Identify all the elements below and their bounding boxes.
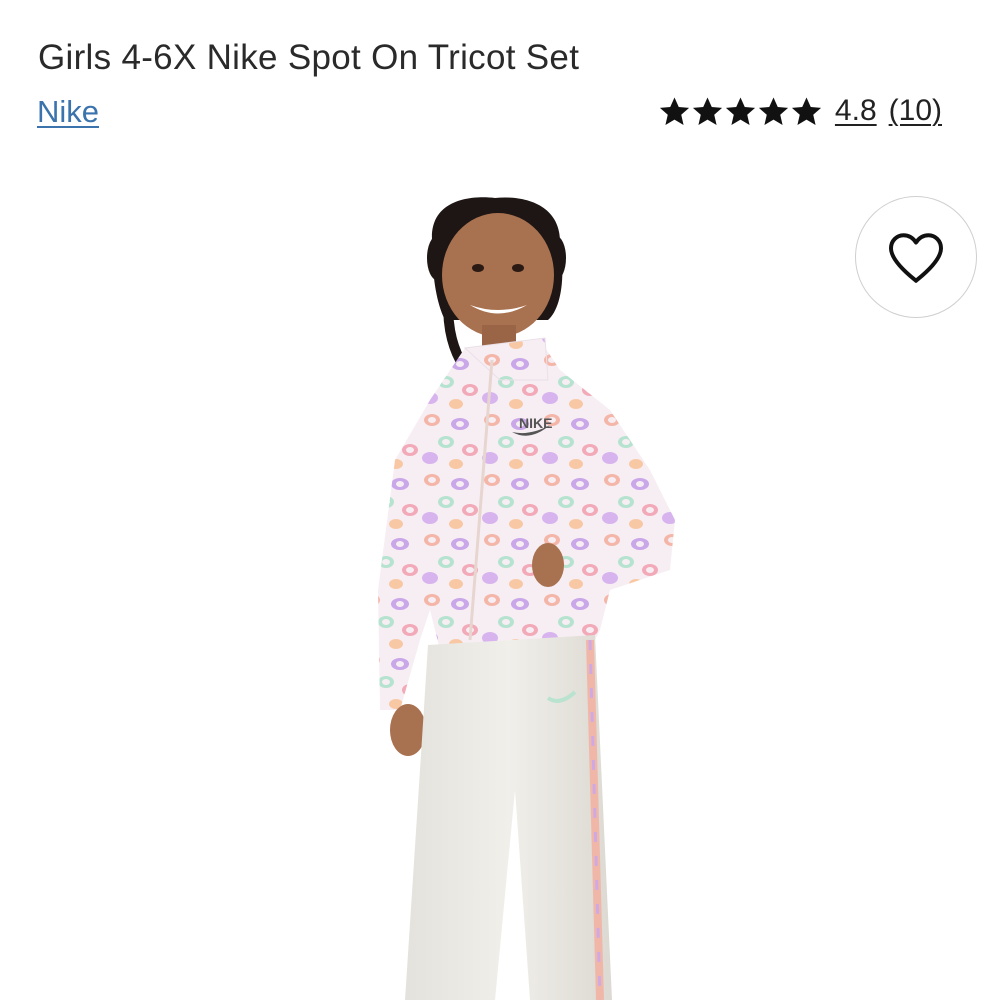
product-photo: NIKE (378, 197, 675, 1000)
star-icon (659, 96, 689, 125)
star-icon (725, 96, 755, 125)
wishlist-button[interactable] (855, 196, 977, 318)
rating-summary[interactable]: 4.8 (10) (658, 94, 942, 128)
product-page: Girls 4-6X Nike Spot On Tricot Set Nike … (0, 0, 1000, 1000)
star-icon (692, 96, 722, 125)
brand-link[interactable]: Nike (37, 94, 99, 130)
heart-outline-icon (889, 233, 943, 283)
review-count[interactable]: (10) (889, 94, 942, 128)
product-image[interactable]: NIKE (0, 170, 1000, 1000)
jacket-logo-text: NIKE (519, 415, 552, 431)
product-title: Girls 4-6X Nike Spot On Tricot Set (38, 38, 580, 77)
rating-value[interactable]: 4.8 (835, 94, 877, 128)
star-icon (758, 96, 788, 125)
rating-stars (658, 95, 823, 128)
star-icon (791, 96, 821, 125)
